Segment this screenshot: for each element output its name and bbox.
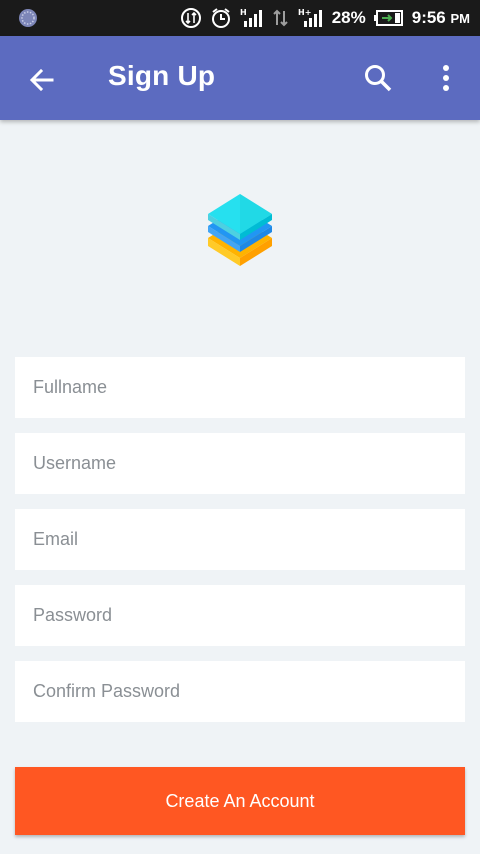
alarm-icon (211, 8, 230, 28)
create-account-button[interactable]: Create An Account (15, 767, 465, 835)
data-arrows-icon (272, 9, 288, 27)
signal-h-icon: H (240, 8, 262, 27)
back-arrow-icon[interactable] (26, 64, 58, 96)
app-bar: Sign Up (0, 36, 480, 120)
password-field[interactable] (15, 585, 465, 646)
fullname-field[interactable] (15, 357, 465, 418)
battery-percent: 28% (331, 8, 366, 27)
email-field[interactable] (15, 509, 465, 570)
search-icon[interactable] (362, 62, 394, 94)
username-field[interactable] (15, 433, 465, 494)
more-vert-icon[interactable] (434, 62, 458, 94)
svg-text:H+: H+ (298, 8, 311, 17)
svg-text:H: H (240, 8, 247, 17)
status-bar: H H+ 28% 9:56 PM (0, 0, 480, 36)
stacked-layers-logo (208, 194, 272, 266)
page-title: Sign Up (108, 60, 216, 91)
battery-charging-icon (373, 10, 403, 26)
app-notification-icon (19, 9, 37, 27)
data-transfer-icon (180, 8, 201, 28)
clock-time: 9:56 (411, 8, 446, 27)
confirm-password-field[interactable] (15, 661, 465, 722)
signal-hplus-icon: H+ (298, 8, 322, 27)
clock-ampm: PM (450, 11, 471, 26)
